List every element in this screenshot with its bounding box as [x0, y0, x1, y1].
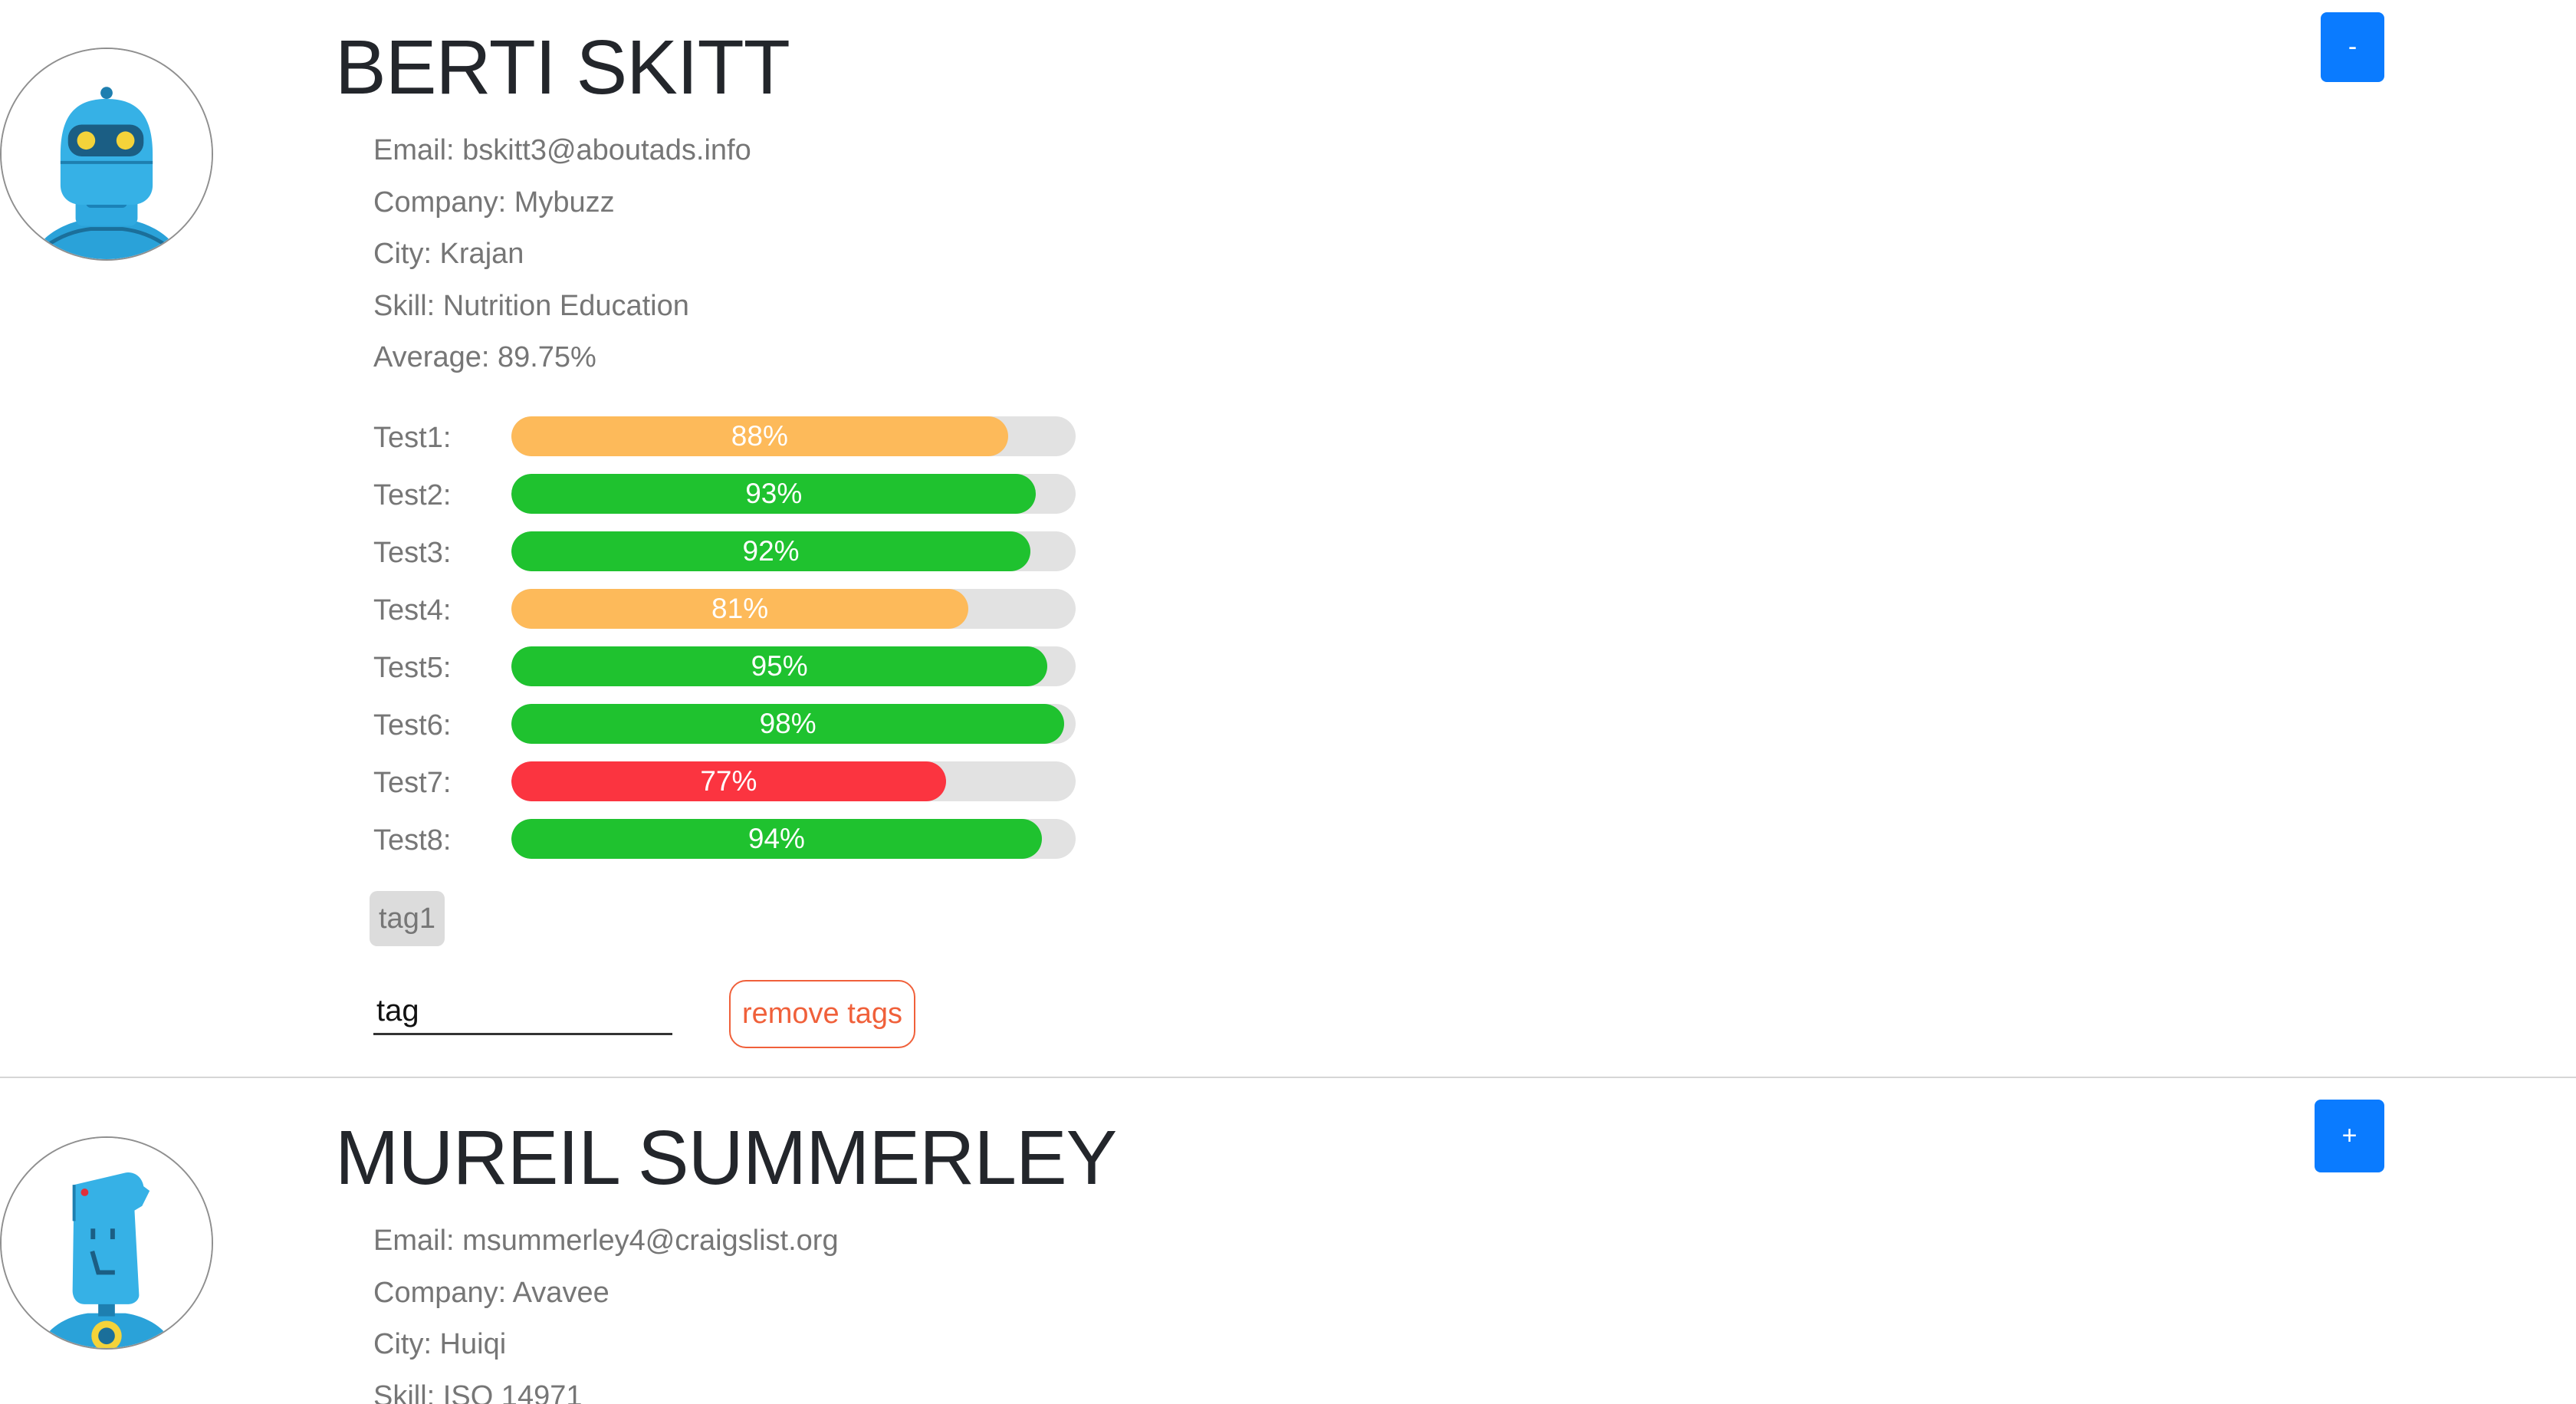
student-name: MUREIL SUMMERLEY: [335, 1115, 1117, 1201]
test-label: Test2:: [373, 479, 452, 511]
progress-value: 81%: [711, 593, 769, 624]
tag-input-wrapper: [373, 989, 672, 1035]
student-card: BERTI SKITT - Email: bskitt3@aboutads.in…: [0, 0, 2576, 1078]
progress-value: 98%: [759, 708, 816, 739]
student-info: Email: msummerley4@craigslist.org Compan…: [373, 1215, 839, 1404]
progress-value: 92%: [742, 535, 800, 567]
test-row: Test3: 92%: [373, 523, 1102, 580]
progress-fill: 98%: [511, 704, 1065, 744]
student-company: Company: Avavee: [373, 1276, 610, 1309]
progress-fill: 92%: [511, 531, 1031, 571]
progress-track: 94%: [511, 819, 1076, 859]
progress-fill: 95%: [511, 646, 1048, 686]
test-label: Test7:: [373, 767, 452, 799]
robot-avatar-icon: [0, 1136, 213, 1350]
progress-track: 77%: [511, 761, 1076, 801]
student-city: City: Huiqi: [373, 1328, 507, 1360]
progress-value: 95%: [751, 650, 808, 682]
student-skill: Skill: ISO 14971: [373, 1379, 583, 1404]
progress-fill: 93%: [511, 474, 1037, 514]
student-email: Email: bskitt3@aboutads.info: [373, 134, 751, 166]
test-row: Test1: 88%: [373, 408, 1102, 465]
student-info: Email: bskitt3@aboutads.info Company: My…: [373, 125, 751, 384]
progress-value: 93%: [745, 478, 803, 509]
robot-avatar-icon: [0, 48, 213, 261]
progress-track: 98%: [511, 704, 1076, 744]
progress-track: 81%: [511, 589, 1076, 629]
test-label: Test6:: [373, 709, 452, 741]
test-row: Test4: 81%: [373, 580, 1102, 638]
progress-fill: 81%: [511, 589, 969, 629]
progress-track: 93%: [511, 474, 1076, 514]
student-name: BERTI SKITT: [335, 25, 790, 110]
remove-tags-button[interactable]: remove tags: [729, 980, 915, 1048]
progress-track: 88%: [511, 416, 1076, 456]
test-label: Test1:: [373, 422, 452, 454]
student-city: City: Krajan: [373, 238, 524, 270]
test-label: Test4:: [373, 594, 452, 626]
test-row: Test5: 95%: [373, 638, 1102, 695]
test-label: Test5:: [373, 652, 452, 684]
progress-track: 95%: [511, 646, 1076, 686]
add-tag-input[interactable]: [373, 989, 672, 1035]
progress-value: 94%: [748, 823, 805, 854]
progress-value: 88%: [731, 420, 788, 452]
student-average: Average: 89.75%: [373, 341, 596, 373]
collapse-button[interactable]: -: [2321, 12, 2384, 82]
progress-fill: 77%: [511, 761, 946, 801]
progress-track: 92%: [511, 531, 1076, 571]
test-scores: Test1: 88% Test2: 93% Test3: 92% Test4: …: [373, 408, 1102, 868]
test-row: Test2: 93%: [373, 465, 1102, 523]
student-email: Email: msummerley4@craigslist.org: [373, 1225, 839, 1257]
test-label: Test3:: [373, 537, 452, 569]
test-row: Test8: 94%: [373, 811, 1102, 868]
test-row: Test7: 77%: [373, 753, 1102, 811]
progress-value: 77%: [700, 765, 757, 797]
student-card: MUREIL SUMMERLEY + Email: msummerley4@cr…: [0, 1080, 2576, 1404]
progress-fill: 94%: [511, 819, 1042, 859]
student-company: Company: Mybuzz: [373, 186, 615, 219]
expand-button[interactable]: +: [2315, 1100, 2384, 1172]
tag-chip: tag1: [370, 891, 445, 946]
test-label: Test8:: [373, 824, 452, 857]
progress-fill: 88%: [511, 416, 1008, 456]
test-row: Test6: 98%: [373, 695, 1102, 753]
student-skill: Skill: Nutrition Education: [373, 289, 689, 322]
